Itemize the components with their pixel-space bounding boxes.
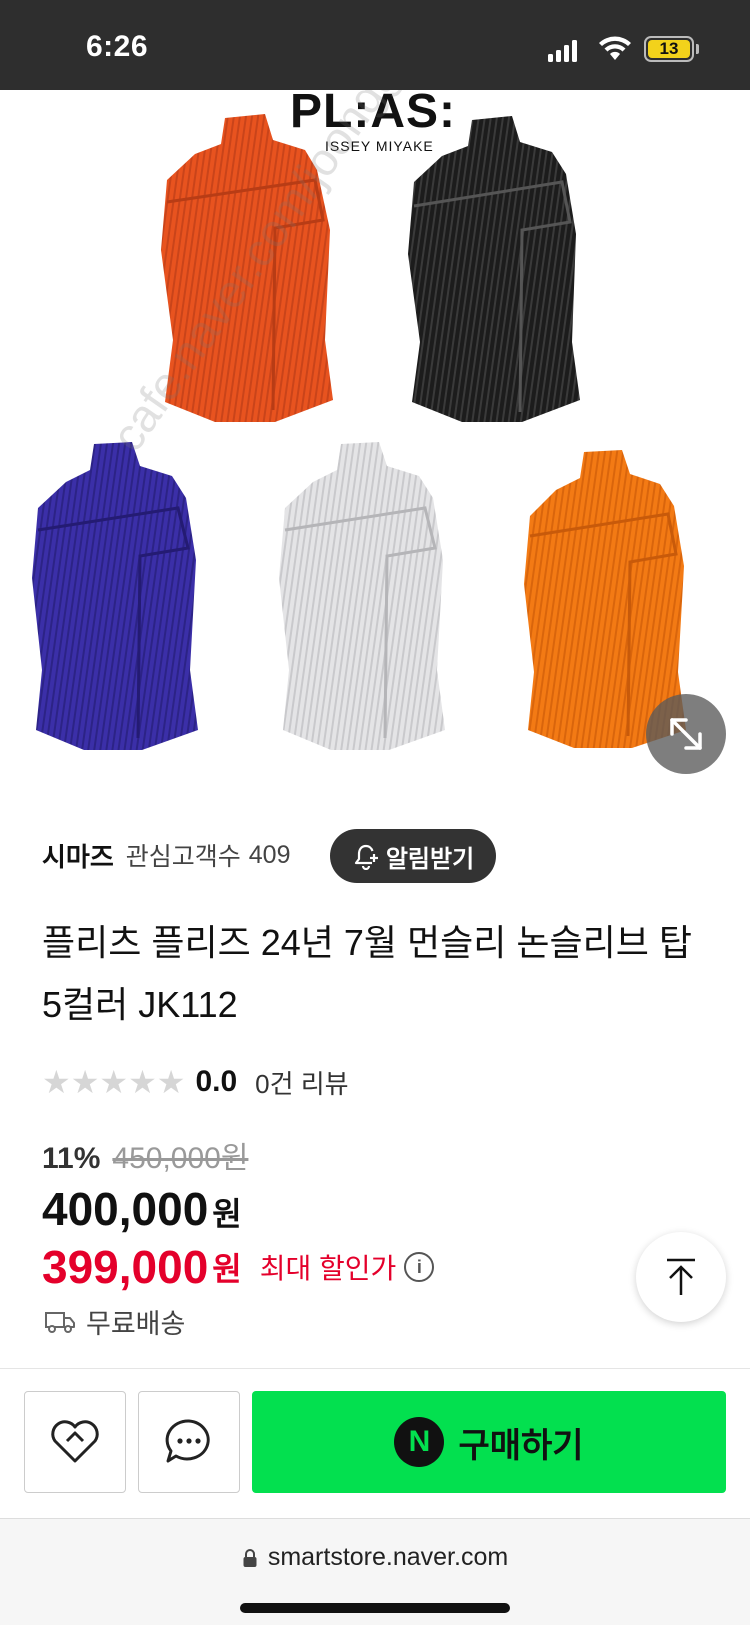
buy-button[interactable]: N 구매하기: [252, 1391, 726, 1493]
url-content: smartstore.naver.com: [0, 1543, 750, 1572]
star-rating: ★ ★ ★ ★ ★: [42, 1066, 185, 1098]
discount-row: 11% 450,000원: [42, 1133, 248, 1177]
status-time: 6:26: [86, 30, 149, 63]
chat-bubble-icon: [165, 1419, 210, 1463]
expand-button[interactable]: [646, 694, 726, 774]
garment-black: [408, 116, 580, 422]
scroll-top-button[interactable]: [636, 1232, 726, 1322]
status-bar: 6:26 13: [0, 0, 750, 90]
expand-arrows-icon: [670, 718, 702, 750]
url-text: smartstore.naver.com: [267, 1543, 509, 1571]
bell-plus-icon: [354, 844, 378, 870]
battery-level: 13: [648, 40, 690, 58]
notify-label: 알림받기: [385, 845, 475, 873]
rating-value: 0.0: [195, 1065, 238, 1098]
seller-row: 시마즈 관심고객수 409: [42, 830, 291, 880]
sale-label: 최대 할인가: [259, 1253, 397, 1284]
shipping-row: 무료배송: [44, 1302, 185, 1341]
star-icon: ★: [156, 1064, 186, 1100]
wishlist-button[interactable]: [24, 1391, 126, 1493]
action-bar: N 구매하기: [0, 1368, 750, 1518]
original-price: 450,000원: [112, 1142, 249, 1175]
garment-navy: [32, 442, 198, 750]
shipping-label: 무료배송: [86, 1309, 186, 1339]
price-unit: 원: [212, 1196, 242, 1232]
info-icon[interactable]: i: [404, 1252, 435, 1282]
follower-label: 관심고객수: [125, 843, 241, 871]
star-icon: ★: [128, 1064, 157, 1100]
sale-price: 399,000: [42, 1241, 209, 1293]
truck-icon: [45, 1311, 75, 1333]
product-title: 플리츠 플리즈 24년 7월 먼슬리 논슬리브 탑 5컬러 JK112: [42, 922, 692, 1025]
garment-light-gray: [279, 442, 445, 750]
arrow-up-icon: [667, 1258, 695, 1295]
wifi-icon: [599, 36, 631, 60]
star-icon: ★: [99, 1064, 129, 1100]
battery-icon: 13: [644, 36, 694, 62]
heart-icon: [51, 1420, 99, 1463]
buy-label: 구매하기: [458, 1426, 584, 1465]
npay-logo-icon: N: [394, 1417, 445, 1467]
follower-count: 409: [248, 840, 291, 869]
chat-button[interactable]: [138, 1391, 240, 1493]
review-count[interactable]: 0건 리뷰: [255, 1064, 348, 1101]
seller-name[interactable]: 시마즈: [42, 837, 114, 874]
star-icon: ★: [70, 1064, 100, 1100]
price-row: 400,000 원: [42, 1182, 242, 1236]
sale-row: 399,000 원 최대 할인가 i: [42, 1240, 435, 1294]
sale-unit: 원: [212, 1251, 242, 1287]
discount-rate: 11%: [42, 1142, 101, 1175]
battery-cap: [696, 44, 699, 54]
star-icon: ★: [42, 1064, 71, 1100]
product-image[interactable]: PL:AS: ISSEY MIYAKE: [0, 90, 750, 790]
notify-button[interactable]: 알림받기: [330, 829, 496, 883]
signal-icon: [548, 40, 578, 62]
lock-icon: [243, 1548, 257, 1567]
price: 400,000: [42, 1183, 209, 1235]
rating-row[interactable]: ★ ★ ★ ★ ★ 0.0 0건 리뷰: [42, 1062, 349, 1102]
browser-url-bar[interactable]: smartstore.naver.com: [0, 1518, 750, 1625]
home-indicator[interactable]: [240, 1603, 510, 1613]
